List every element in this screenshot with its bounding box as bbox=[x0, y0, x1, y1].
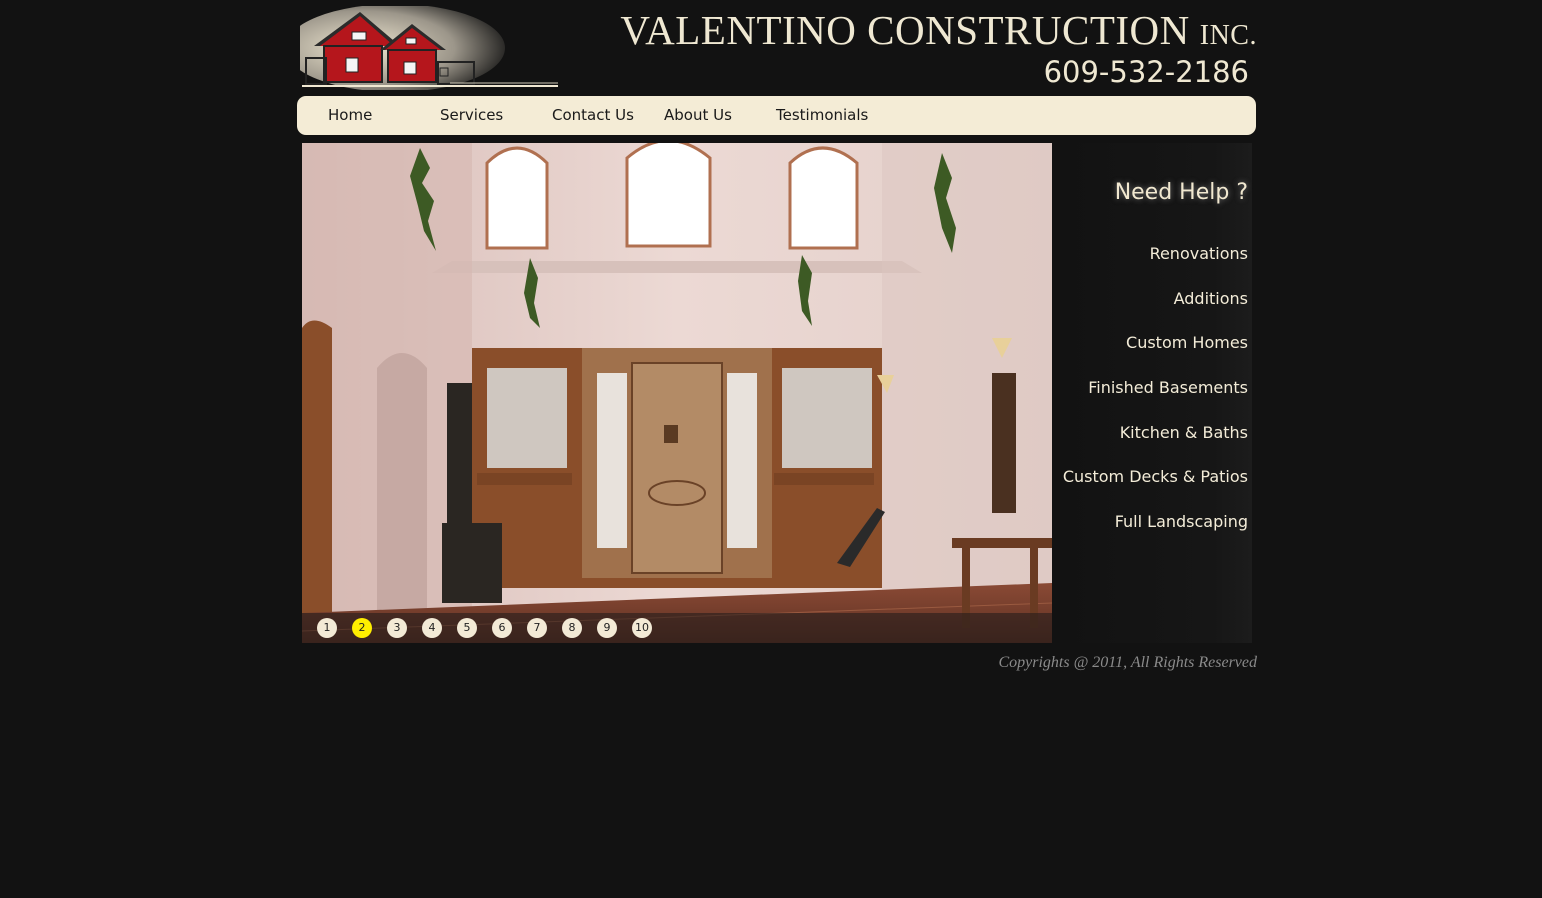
company-logo[interactable] bbox=[285, 4, 558, 92]
company-name-text: VALENTINO CONSTRUCTION bbox=[620, 7, 1190, 53]
slideshow-pager: 1 2 3 4 5 6 7 8 9 10 bbox=[302, 613, 1052, 643]
phone-number: 609-532-2186 bbox=[1043, 55, 1249, 89]
nav-about-us[interactable]: About Us bbox=[664, 96, 732, 135]
main-nav: Home Services Contact Us About Us Testim… bbox=[297, 96, 1256, 135]
nav-services[interactable]: Services bbox=[440, 96, 503, 135]
nav-contact-us[interactable]: Contact Us bbox=[552, 96, 634, 135]
copyright-notice: Copyrights @ 2011, All Rights Reserved bbox=[998, 654, 1257, 671]
slide-dot-8[interactable]: 8 bbox=[562, 618, 582, 638]
slide-dot-4[interactable]: 4 bbox=[422, 618, 442, 638]
company-suffix: INC. bbox=[1199, 20, 1257, 51]
service-link-landscaping[interactable]: Full Landscaping bbox=[1115, 512, 1248, 531]
nav-home[interactable]: Home bbox=[328, 96, 372, 135]
page-container: VALENTINO CONSTRUCTION INC. 609-532-2186 … bbox=[285, 0, 1257, 898]
slide-dot-1[interactable]: 1 bbox=[317, 618, 337, 638]
slide-dot-7[interactable]: 7 bbox=[527, 618, 547, 638]
slide-dot-10[interactable]: 10 bbox=[632, 618, 652, 638]
service-link-finished-basements[interactable]: Finished Basements bbox=[1088, 378, 1248, 397]
foyer-photo bbox=[302, 143, 1052, 643]
company-name: VALENTINO CONSTRUCTION INC. bbox=[597, 6, 1257, 53]
services-sidebar: Need Help ? Renovations Additions Custom… bbox=[1057, 143, 1252, 643]
slideshow[interactable]: 1 2 3 4 5 6 7 8 9 10 bbox=[302, 143, 1052, 643]
service-link-custom-homes[interactable]: Custom Homes bbox=[1126, 333, 1248, 352]
slide-dot-2[interactable]: 2 bbox=[352, 618, 372, 638]
nav-testimonials[interactable]: Testimonials bbox=[776, 96, 868, 135]
need-help-heading: Need Help ? bbox=[1114, 180, 1248, 205]
slide-dot-6[interactable]: 6 bbox=[492, 618, 512, 638]
house-logo-icon bbox=[285, 4, 558, 92]
service-link-additions[interactable]: Additions bbox=[1174, 289, 1248, 308]
slide-dot-9[interactable]: 9 bbox=[597, 618, 617, 638]
service-link-decks-patios[interactable]: Custom Decks & Patios bbox=[1063, 467, 1248, 486]
service-link-renovations[interactable]: Renovations bbox=[1150, 244, 1248, 263]
service-link-kitchen-baths[interactable]: Kitchen & Baths bbox=[1120, 423, 1248, 442]
slide-dot-5[interactable]: 5 bbox=[457, 618, 477, 638]
slide-dot-3[interactable]: 3 bbox=[387, 618, 407, 638]
